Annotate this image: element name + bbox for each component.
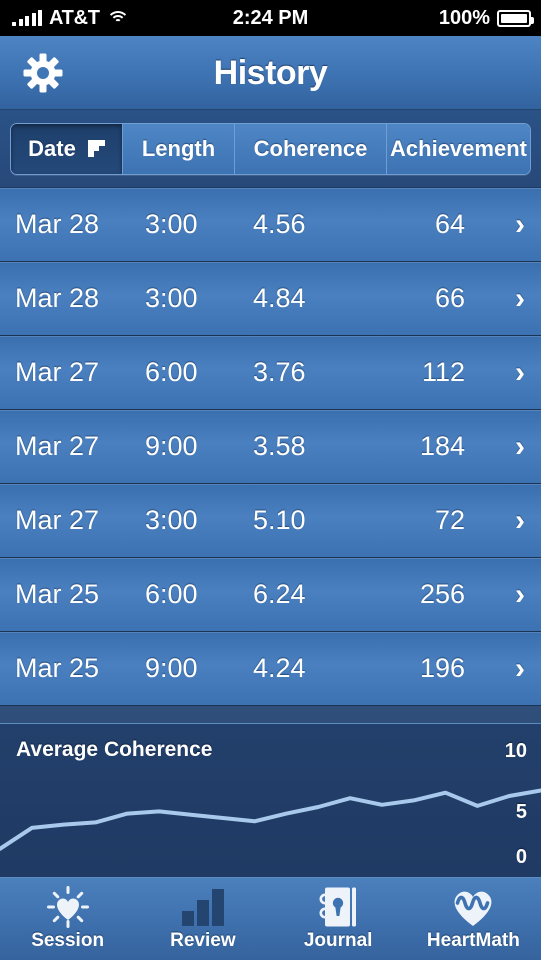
table-row[interactable]: Mar 28 3:00 4.84 66 › xyxy=(0,262,541,336)
column-label-achievement: Achievement xyxy=(390,135,527,161)
page-title: History xyxy=(213,54,328,92)
history-screen: AT&T 2:24 PM 100% History Date Length Co… xyxy=(0,0,541,960)
cell-length: 9:00 xyxy=(145,431,198,461)
cell-achievement: 184 xyxy=(419,431,465,461)
chart-title: Average Coherence xyxy=(16,738,213,761)
y-axis-tick-0: 0 xyxy=(515,846,527,868)
table-row[interactable]: Mar 27 9:00 3.58 184 › xyxy=(0,410,541,484)
cell-length: 9:00 xyxy=(145,653,198,683)
segmented-control: Date Length Coherence Achievement xyxy=(10,122,531,175)
table-row[interactable]: Mar 28 3:00 4.56 64 › xyxy=(0,188,541,262)
chevron-right-icon[interactable]: › xyxy=(515,357,525,388)
tab-sort-achievement[interactable]: Achievement xyxy=(387,123,530,174)
chevron-right-icon[interactable]: › xyxy=(515,579,525,610)
cell-date: Mar 28 xyxy=(15,283,100,313)
cell-achievement: 72 xyxy=(434,505,465,535)
tab-sort-coherence[interactable]: Coherence xyxy=(235,123,387,174)
cell-length: 6:00 xyxy=(145,579,198,609)
cell-length: 3:00 xyxy=(145,505,198,535)
cell-coherence: 4.56 xyxy=(253,209,306,239)
chevron-right-icon[interactable]: › xyxy=(515,283,525,314)
chevron-right-icon[interactable]: › xyxy=(515,653,525,684)
cell-coherence: 3.76 xyxy=(253,357,306,387)
tab-journal[interactable]: Journal xyxy=(271,878,406,960)
tab-bar: Session Review Journal HeartMath xyxy=(0,878,541,960)
table-row[interactable]: Mar 27 6:00 3.76 112 › xyxy=(0,336,541,410)
tab-label-journal: Journal xyxy=(303,929,373,951)
cell-coherence: 5.10 xyxy=(253,505,306,535)
column-header-bar: Date Length Coherence Achievement xyxy=(0,110,541,188)
tab-sort-date[interactable]: Date xyxy=(11,123,123,174)
column-label-date: Date xyxy=(28,135,76,161)
cell-achievement: 112 xyxy=(421,357,465,387)
cell-coherence: 6.24 xyxy=(253,579,306,609)
cell-achievement: 256 xyxy=(419,579,465,609)
battery-percent-label: 100% xyxy=(438,6,490,29)
battery-full-icon xyxy=(497,9,534,27)
history-table: Mar 28 3:00 4.56 64 › Mar 28 3:00 4.84 66 › Mar 27… xyxy=(0,188,541,716)
tab-label-review: Review xyxy=(170,929,236,951)
cell-coherence: 3.58 xyxy=(253,431,306,461)
cell-length: 3:00 xyxy=(145,209,198,239)
status-bar: AT&T 2:24 PM 100% xyxy=(0,0,541,36)
radiant-heart-icon xyxy=(46,885,90,928)
status-bar-right: 100% xyxy=(438,6,534,30)
table-row[interactable]: Mar 27 3:00 5.10 72 › xyxy=(0,484,541,558)
sort-descending-icon xyxy=(87,140,105,157)
cell-date: Mar 27 xyxy=(15,431,100,461)
cell-date: Mar 25 xyxy=(15,653,100,683)
navigation-bar: History xyxy=(0,36,541,110)
cell-coherence: 4.84 xyxy=(253,283,306,313)
tab-sort-length[interactable]: Length xyxy=(123,123,235,174)
tab-heartmath[interactable]: HeartMath xyxy=(406,878,541,960)
table-row[interactable]: Mar 25 9:00 4.24 196 › xyxy=(0,632,541,706)
cell-achievement: 66 xyxy=(434,283,465,313)
cell-date: Mar 28 xyxy=(15,209,100,239)
heart-wave-icon xyxy=(449,887,497,927)
cell-date: Mar 27 xyxy=(15,505,100,535)
cell-date: Mar 27 xyxy=(15,357,100,387)
cell-achievement: 196 xyxy=(419,653,465,683)
tab-review[interactable]: Review xyxy=(135,878,270,960)
y-axis-tick-10: 10 xyxy=(504,740,527,762)
cell-length: 3:00 xyxy=(145,283,198,313)
cell-achievement: 64 xyxy=(434,209,465,239)
tab-label-heartmath: HeartMath xyxy=(426,929,520,951)
table-row[interactable]: Mar 25 6:00 6.24 256 › xyxy=(0,558,541,632)
cell-length: 6:00 xyxy=(145,357,198,387)
tab-label-session: Session xyxy=(31,929,105,951)
chevron-right-icon[interactable]: › xyxy=(515,209,525,240)
average-coherence-chart: Average Coherence 10 5 0 xyxy=(0,723,541,878)
column-label-coherence: Coherence xyxy=(253,135,368,161)
cell-date: Mar 25 xyxy=(15,579,100,609)
tab-session[interactable]: Session xyxy=(0,878,135,960)
chevron-right-icon[interactable]: › xyxy=(515,431,525,462)
bar-chart-icon xyxy=(179,887,227,927)
cell-coherence: 4.24 xyxy=(253,653,306,683)
locked-journal-icon xyxy=(318,887,358,927)
y-axis-tick-5: 5 xyxy=(515,801,527,823)
chevron-right-icon[interactable]: › xyxy=(515,505,525,536)
column-label-length: Length xyxy=(141,135,216,161)
